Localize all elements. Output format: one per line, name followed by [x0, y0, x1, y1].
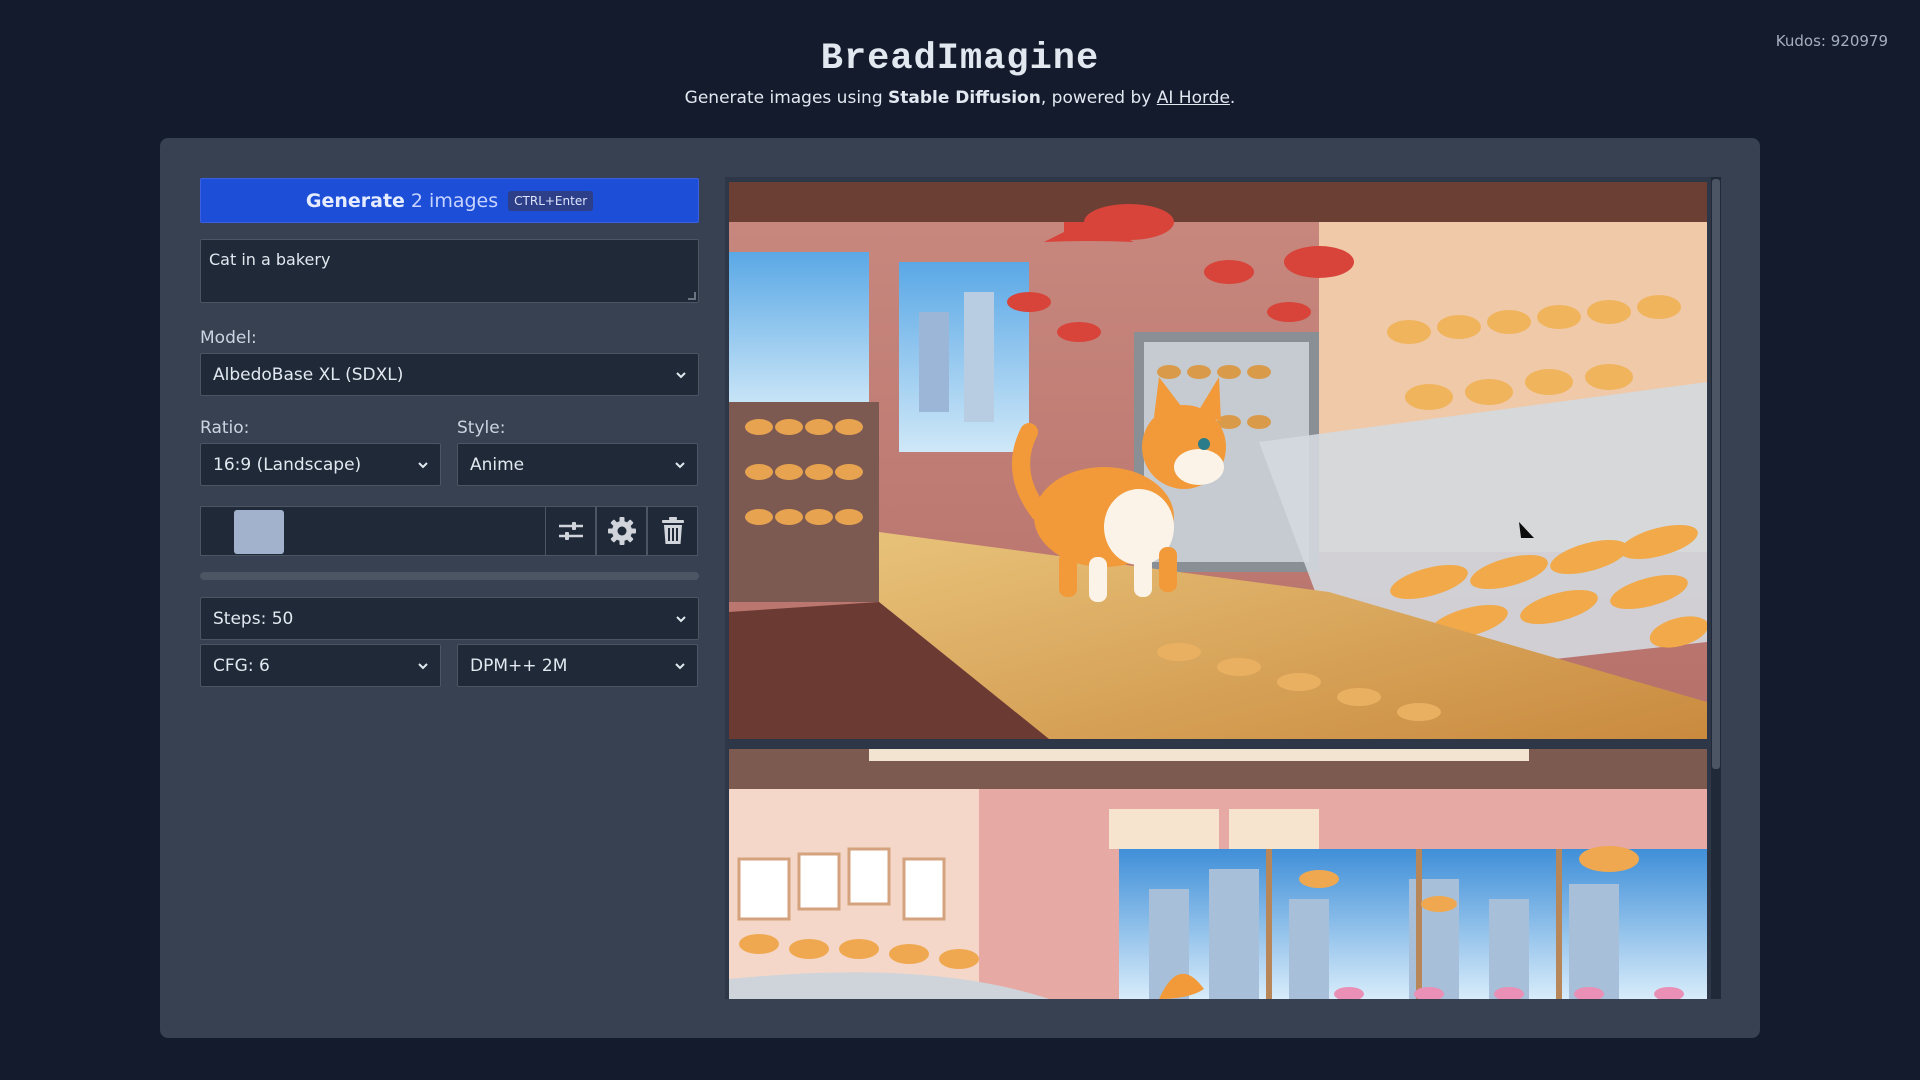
sampler-value: DPM++ 2M [470, 655, 568, 676]
ratio-label: Ratio: [200, 418, 250, 438]
ratio-value: 16:9 (Landscape) [213, 454, 362, 475]
generate-label: Generate [305, 189, 405, 212]
model-field: Model: AlbedoBase XL (SDXL) [200, 328, 699, 396]
gear-icon [607, 517, 636, 545]
settings-button[interactable] [596, 506, 647, 556]
ratio-field: Ratio: 16:9 (Landscape) [200, 418, 441, 486]
bakery-interior-image [729, 749, 1707, 999]
chevron-down-icon [418, 662, 428, 669]
progress-bar [200, 572, 699, 580]
controls-column: Generate 2 images CTRL+Enter Cat in a ba… [200, 178, 699, 687]
style-select[interactable]: Anime [457, 443, 698, 486]
ratio-style-row: Ratio: 16:9 (Landscape) Style: Anime [200, 418, 699, 486]
subtitle: Generate images using Stable Diffusion, … [0, 88, 1920, 108]
chevron-down-icon [418, 461, 428, 468]
generated-image-2[interactable] [729, 749, 1707, 999]
sliders-button[interactable] [545, 506, 596, 556]
ai-horde-link[interactable]: AI Horde [1157, 88, 1230, 108]
prompt-text: Cat in a bakery [209, 250, 331, 269]
style-field: Style: Anime [457, 418, 698, 486]
chevron-down-icon [675, 461, 685, 468]
subtitle-mid: , powered by [1040, 88, 1157, 108]
cfg-sampler-row: CFG: 6 DPM++ 2M [200, 644, 699, 687]
ratio-select[interactable]: 16:9 (Landscape) [200, 443, 441, 486]
sampler-select[interactable]: DPM++ 2M [457, 644, 698, 687]
chevron-down-icon [675, 662, 685, 669]
model-label: Model: [200, 328, 257, 348]
generate-count: 2 images [410, 189, 499, 212]
bakery-cat-image [729, 182, 1707, 739]
cfg-select[interactable]: CFG: 6 [200, 644, 441, 687]
resize-handle-icon[interactable] [688, 292, 696, 300]
trash-icon [661, 517, 684, 544]
chevron-down-icon [676, 615, 686, 622]
generated-image-1[interactable] [729, 182, 1707, 739]
color-swatch[interactable] [234, 510, 284, 554]
subtitle-end: . [1229, 88, 1236, 108]
sliders-icon [558, 522, 583, 540]
main-panel: Generate 2 images CTRL+Enter Cat in a ba… [160, 138, 1760, 1038]
header: BreadImagine Generate images using Stabl… [0, 38, 1920, 108]
shortcut-badge: CTRL+Enter [508, 190, 594, 211]
generate-button[interactable]: Generate 2 images CTRL+Enter [200, 178, 699, 223]
gallery-scrollbar[interactable] [1711, 177, 1721, 999]
cfg-value: CFG: 6 [213, 655, 270, 676]
subtitle-stable-diffusion: Stable Diffusion [888, 88, 1041, 108]
style-value: Anime [470, 454, 525, 475]
page-title: BreadImagine [820, 38, 1100, 80]
prompt-textarea[interactable]: Cat in a bakery [200, 239, 699, 303]
scrollbar-thumb[interactable] [1712, 179, 1720, 769]
chevron-down-icon [676, 371, 686, 378]
subtitle-prefix: Generate images using [684, 88, 889, 108]
style-label: Style: [457, 418, 506, 438]
model-value: AlbedoBase XL (SDXL) [213, 364, 404, 385]
steps-value: Steps: 50 [213, 608, 294, 629]
color-picker[interactable] [200, 506, 545, 556]
model-select[interactable]: AlbedoBase XL (SDXL) [200, 353, 699, 396]
image-gallery[interactable] [725, 177, 1721, 999]
steps-select[interactable]: Steps: 50 [200, 597, 699, 640]
tool-row [200, 506, 699, 556]
delete-button[interactable] [647, 506, 698, 556]
